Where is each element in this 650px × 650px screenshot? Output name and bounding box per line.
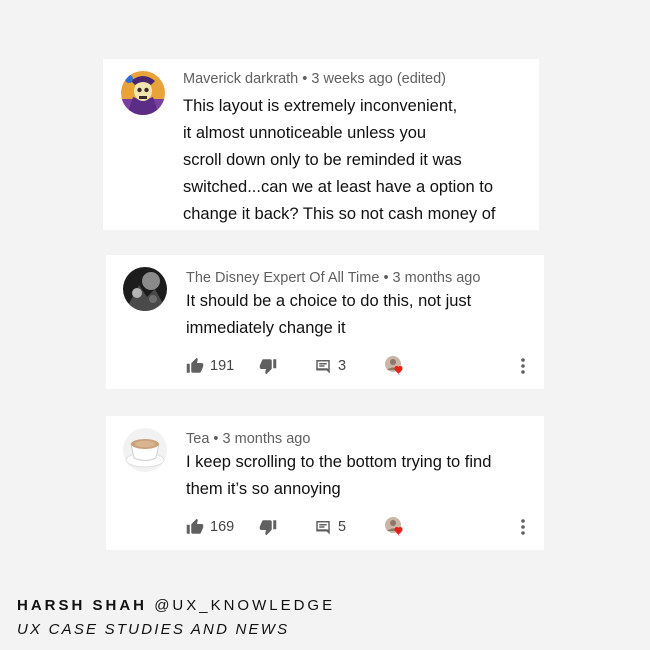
comment-card: Maverick darkrath • 3 weeks ago (edited)… (103, 59, 539, 230)
comment-actions: 191 3 (186, 355, 526, 379)
credit-handle: @UX_KNOWLEDGE (154, 597, 336, 614)
comment-meta: Tea • 3 months ago (186, 431, 310, 447)
dislike-button[interactable] (259, 355, 277, 377)
comment-text: It should be a choice to do this, not ju… (186, 288, 536, 342)
thumbs-up-icon (186, 518, 204, 534)
reply-button[interactable]: 5 (314, 516, 346, 538)
creator-heart-icon (385, 517, 403, 536)
comment-time[interactable]: 3 weeks ago (edited) (311, 71, 446, 87)
skeletor-avatar-icon (121, 71, 165, 115)
teacup-avatar-icon (123, 428, 167, 472)
comment-time[interactable]: 3 months ago (223, 431, 311, 447)
thumbs-down-icon (259, 520, 277, 536)
meta-separator: • (302, 71, 308, 87)
more-options-button[interactable] (520, 516, 526, 538)
reply-button[interactable]: 3 (314, 355, 346, 377)
comment-line: immediately change it (186, 319, 346, 337)
avatar[interactable] (121, 71, 165, 115)
comment-card: The Disney Expert Of All Time • 3 months… (106, 255, 544, 389)
creator-heart-icon (385, 356, 403, 375)
creator-heart (384, 516, 406, 538)
comment-time[interactable]: 3 months ago (393, 270, 481, 286)
more-options-button[interactable] (520, 355, 526, 377)
reply-count: 5 (338, 519, 347, 535)
bw-photo-avatar-icon (123, 267, 167, 311)
author-name[interactable]: Tea (186, 431, 209, 447)
comment-card: Tea • 3 months ago I keep scrolling to t… (106, 416, 544, 550)
like-button[interactable]: 169 (186, 516, 234, 538)
comment-text: I keep scrolling to the bottom trying to… (186, 449, 536, 503)
thumbs-up-icon (186, 357, 204, 373)
avatar[interactable] (123, 428, 167, 472)
thumbs-down-icon (259, 359, 277, 375)
comment-text: This layout is extremely inconvenient, i… (183, 93, 533, 228)
avatar[interactable] (123, 267, 167, 311)
comment-line: switched...can we at least have a option… (183, 178, 494, 196)
comment-icon (316, 521, 330, 535)
author-credit: HARSH SHAH @UX_KNOWLEDGE (17, 597, 335, 614)
like-count: 191 (210, 358, 235, 374)
more-vert-icon (521, 519, 525, 535)
like-count: 169 (210, 519, 235, 535)
comment-actions: 169 5 (186, 516, 526, 540)
comment-line: them it’s so annoying (186, 480, 341, 498)
meta-separator: • (383, 270, 389, 286)
comment-icon (316, 360, 330, 374)
comment-line: it almost unnoticeable unless you (183, 124, 427, 142)
author-name[interactable]: The Disney Expert Of All Time (186, 270, 379, 286)
author-name[interactable]: Maverick darkrath (183, 71, 298, 87)
comment-line: I keep scrolling to the bottom trying to… (186, 453, 492, 471)
dislike-button[interactable] (259, 516, 277, 538)
meta-separator: • (213, 431, 219, 447)
credit-name: HARSH SHAH (17, 597, 148, 614)
credit-subtitle: UX CASE STUDIES AND NEWS (17, 621, 290, 638)
comment-meta: The Disney Expert Of All Time • 3 months… (186, 270, 480, 286)
comment-line: change it back? This so not cash money o… (183, 205, 496, 223)
reply-count: 3 (338, 358, 347, 374)
comment-line: scroll down only to be reminded it was (183, 151, 462, 169)
creator-heart (384, 355, 406, 377)
comment-line: It should be a choice to do this, not ju… (186, 292, 472, 310)
like-button[interactable]: 191 (186, 355, 234, 377)
more-vert-icon (521, 358, 525, 374)
comment-meta: Maverick darkrath • 3 weeks ago (edited) (183, 71, 446, 87)
comment-line: This layout is extremely inconvenient, (183, 97, 458, 115)
